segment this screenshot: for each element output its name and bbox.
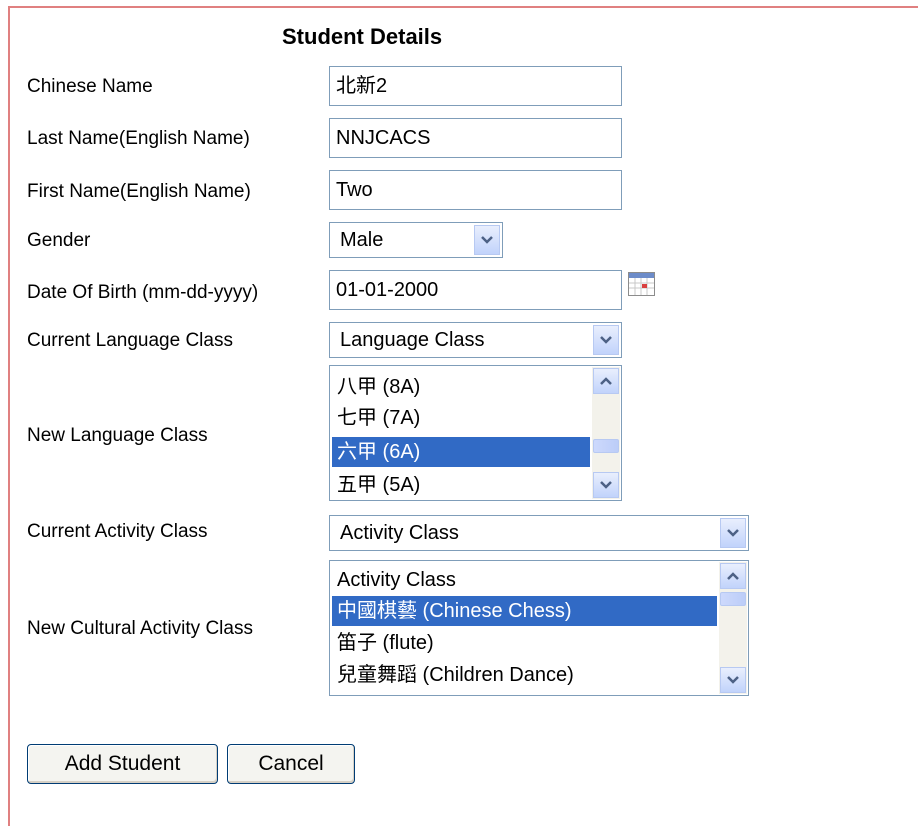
last-name-label: Last Name(English Name): [27, 128, 250, 149]
form-title: Student Details: [282, 24, 443, 49]
current-language-class-select[interactable]: Language Class: [329, 322, 622, 358]
gender-label: Gender: [27, 230, 91, 251]
new-language-class-listbox[interactable]: 八甲 (8A) 七甲 (7A) 六甲 (6A) 五甲 (5A): [329, 365, 622, 501]
chinese-name-label: Chinese Name: [27, 76, 153, 97]
calendar-icon[interactable]: [628, 272, 655, 296]
last-name-input[interactable]: NNJCACS: [329, 118, 622, 158]
scrollbar[interactable]: [592, 367, 620, 499]
list-option-selected[interactable]: 六甲 (6A): [332, 437, 590, 467]
new-cultural-activity-class-listbox[interactable]: Activity Class 中國棋藝 (Chinese Chess) 笛子 (…: [329, 560, 749, 696]
current-activity-class-label: Current Activity Class: [27, 521, 208, 542]
arrow-up-icon[interactable]: [593, 368, 619, 394]
current-activity-class-value: Activity Class: [340, 522, 459, 544]
current-language-class-value: Language Class: [340, 329, 485, 351]
list-option[interactable]: 笛子 (flute): [332, 628, 717, 658]
gender-select-value: Male: [340, 229, 384, 251]
dob-input[interactable]: 01-01-2000: [329, 270, 622, 310]
chinese-name-input[interactable]: 北新2: [329, 66, 622, 106]
chevron-down-icon[interactable]: [474, 225, 500, 255]
list-option[interactable]: 八甲 (8A): [332, 372, 590, 402]
cancel-button[interactable]: Cancel: [227, 744, 355, 784]
current-language-class-label: Current Language Class: [27, 330, 233, 351]
list-option[interactable]: 七甲 (7A): [332, 403, 590, 433]
list-option[interactable]: 五甲 (5A): [332, 470, 590, 500]
scrollbar[interactable]: [719, 562, 747, 694]
current-activity-class-select[interactable]: Activity Class: [329, 515, 749, 551]
scroll-thumb[interactable]: [720, 592, 746, 606]
chevron-down-icon[interactable]: [720, 518, 746, 548]
new-language-class-label: New Language Class: [27, 425, 208, 446]
list-option[interactable]: 兒童舞蹈 (Children Dance): [332, 660, 717, 690]
first-name-label: First Name(English Name): [27, 181, 251, 202]
add-student-button[interactable]: Add Student: [27, 744, 218, 784]
dob-label: Date Of Birth (mm-dd-yyyy): [27, 282, 259, 303]
list-option[interactable]: Activity Class: [332, 565, 717, 595]
scroll-thumb[interactable]: [593, 439, 619, 453]
gender-select[interactable]: Male: [329, 222, 503, 258]
new-cultural-activity-class-label: New Cultural Activity Class: [27, 618, 253, 639]
arrow-down-icon[interactable]: [720, 667, 746, 693]
first-name-input[interactable]: Two: [329, 170, 622, 210]
arrow-up-icon[interactable]: [720, 563, 746, 589]
list-option-selected[interactable]: 中國棋藝 (Chinese Chess): [332, 596, 717, 626]
chevron-down-icon[interactable]: [593, 325, 619, 355]
arrow-down-icon[interactable]: [593, 472, 619, 498]
